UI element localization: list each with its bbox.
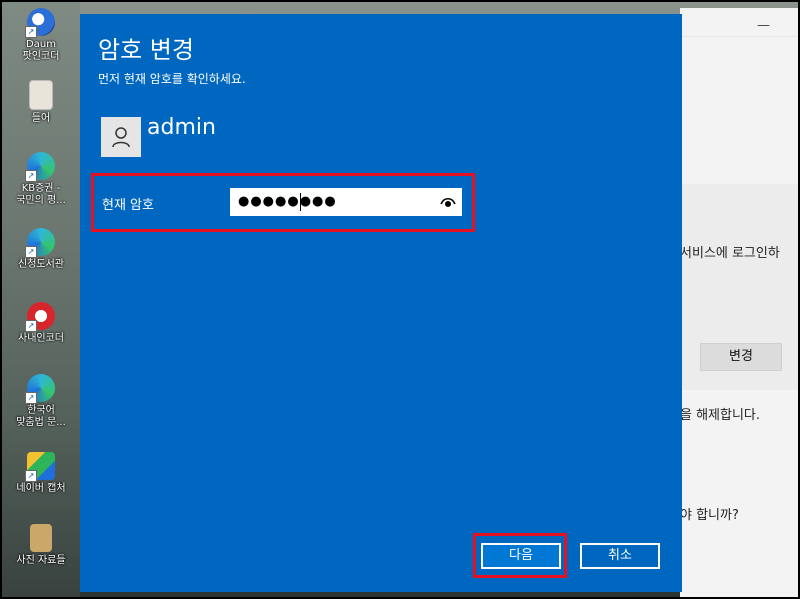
desktop-icon-label: 한국어 맞춤법 문... bbox=[16, 405, 66, 428]
desktop-icon-naver-capture[interactable]: ↗ 네이버 캡처 bbox=[6, 452, 76, 495]
change-password-dialog: 암호 변경 먼저 현재 암호를 확인하세요. admin 현재 암호 ●●●●●… bbox=[80, 14, 682, 592]
desktop-icon-label: 네이버 캡처 bbox=[16, 483, 66, 494]
desktop-icon-encoder[interactable]: ↗ 사내인코더 bbox=[6, 302, 76, 345]
desktop-icon-library[interactable]: ↗ 신청도서관 bbox=[6, 228, 76, 271]
edge-icon: ↗ bbox=[25, 228, 55, 258]
edge-icon: ↗ bbox=[25, 374, 55, 404]
settings-text: 을 해제합니다. bbox=[680, 408, 761, 423]
eye-icon[interactable] bbox=[440, 196, 456, 208]
minimize-icon[interactable]: — bbox=[757, 18, 770, 33]
window-titlebar bbox=[680, 8, 798, 37]
desktop: ↗ Daum 팟인코더 들어 ↗ KB증권 - 국민의 평... ↗ 신청도서관… bbox=[2, 2, 80, 597]
desktop-icon-label: 신청도서관 bbox=[18, 259, 64, 270]
settings-text: 야 합니까? bbox=[680, 508, 739, 523]
daum-potencoder-icon: ↗ bbox=[25, 8, 55, 38]
desktop-icon-label: 들어 bbox=[31, 113, 51, 124]
desktop-icon-kb[interactable]: ↗ KB증권 - 국민의 평... bbox=[6, 152, 76, 207]
current-password-input[interactable]: ●●●●●●●● bbox=[230, 188, 462, 216]
background-settings-window: — 서비스에 로그인하 변경 을 해제합니다. 야 합니까? bbox=[680, 8, 798, 597]
desktop-icon-label: 사진 자료들 bbox=[16, 555, 66, 566]
folder-icon bbox=[30, 524, 52, 552]
user-icon bbox=[112, 127, 130, 148]
text-caret bbox=[300, 193, 301, 211]
desktop-icon-photos[interactable]: 사진 자료들 bbox=[6, 524, 76, 567]
desktop-icon-label: 사내인코더 bbox=[18, 333, 64, 344]
password-value: ●●●●●●●● bbox=[238, 194, 337, 209]
username: admin bbox=[147, 115, 216, 140]
naver-capture-icon: ↗ bbox=[25, 452, 55, 482]
password-label: 현재 암호 bbox=[102, 198, 154, 213]
desktop-icon-label: Daum 팟인코더 bbox=[22, 39, 60, 62]
desktop-icon-label: KB증권 - 국민의 평... bbox=[16, 183, 66, 206]
avatar bbox=[101, 117, 141, 157]
desktop-icon-potencoder[interactable]: ↗ Daum 팟인코더 bbox=[6, 8, 76, 63]
encoder-icon: ↗ bbox=[25, 302, 55, 332]
cancel-button[interactable]: 취소 bbox=[580, 543, 660, 569]
dialog-title: 암호 변경 bbox=[98, 36, 194, 64]
change-button[interactable]: 변경 bbox=[700, 343, 782, 371]
document-icon bbox=[29, 80, 53, 110]
edge-icon: ↗ bbox=[25, 152, 55, 182]
screen: ↗ Daum 팟인코더 들어 ↗ KB증권 - 국민의 평... ↗ 신청도서관… bbox=[2, 2, 798, 597]
desktop-icon-document[interactable]: 들어 bbox=[6, 80, 76, 125]
settings-text: 서비스에 로그인하 bbox=[680, 246, 780, 261]
dialog-subtitle: 먼저 현재 암호를 확인하세요. bbox=[98, 72, 246, 86]
desktop-icon-spellcheck[interactable]: ↗ 한국어 맞춤법 문... bbox=[6, 374, 76, 429]
next-button[interactable]: 다음 bbox=[481, 543, 561, 569]
